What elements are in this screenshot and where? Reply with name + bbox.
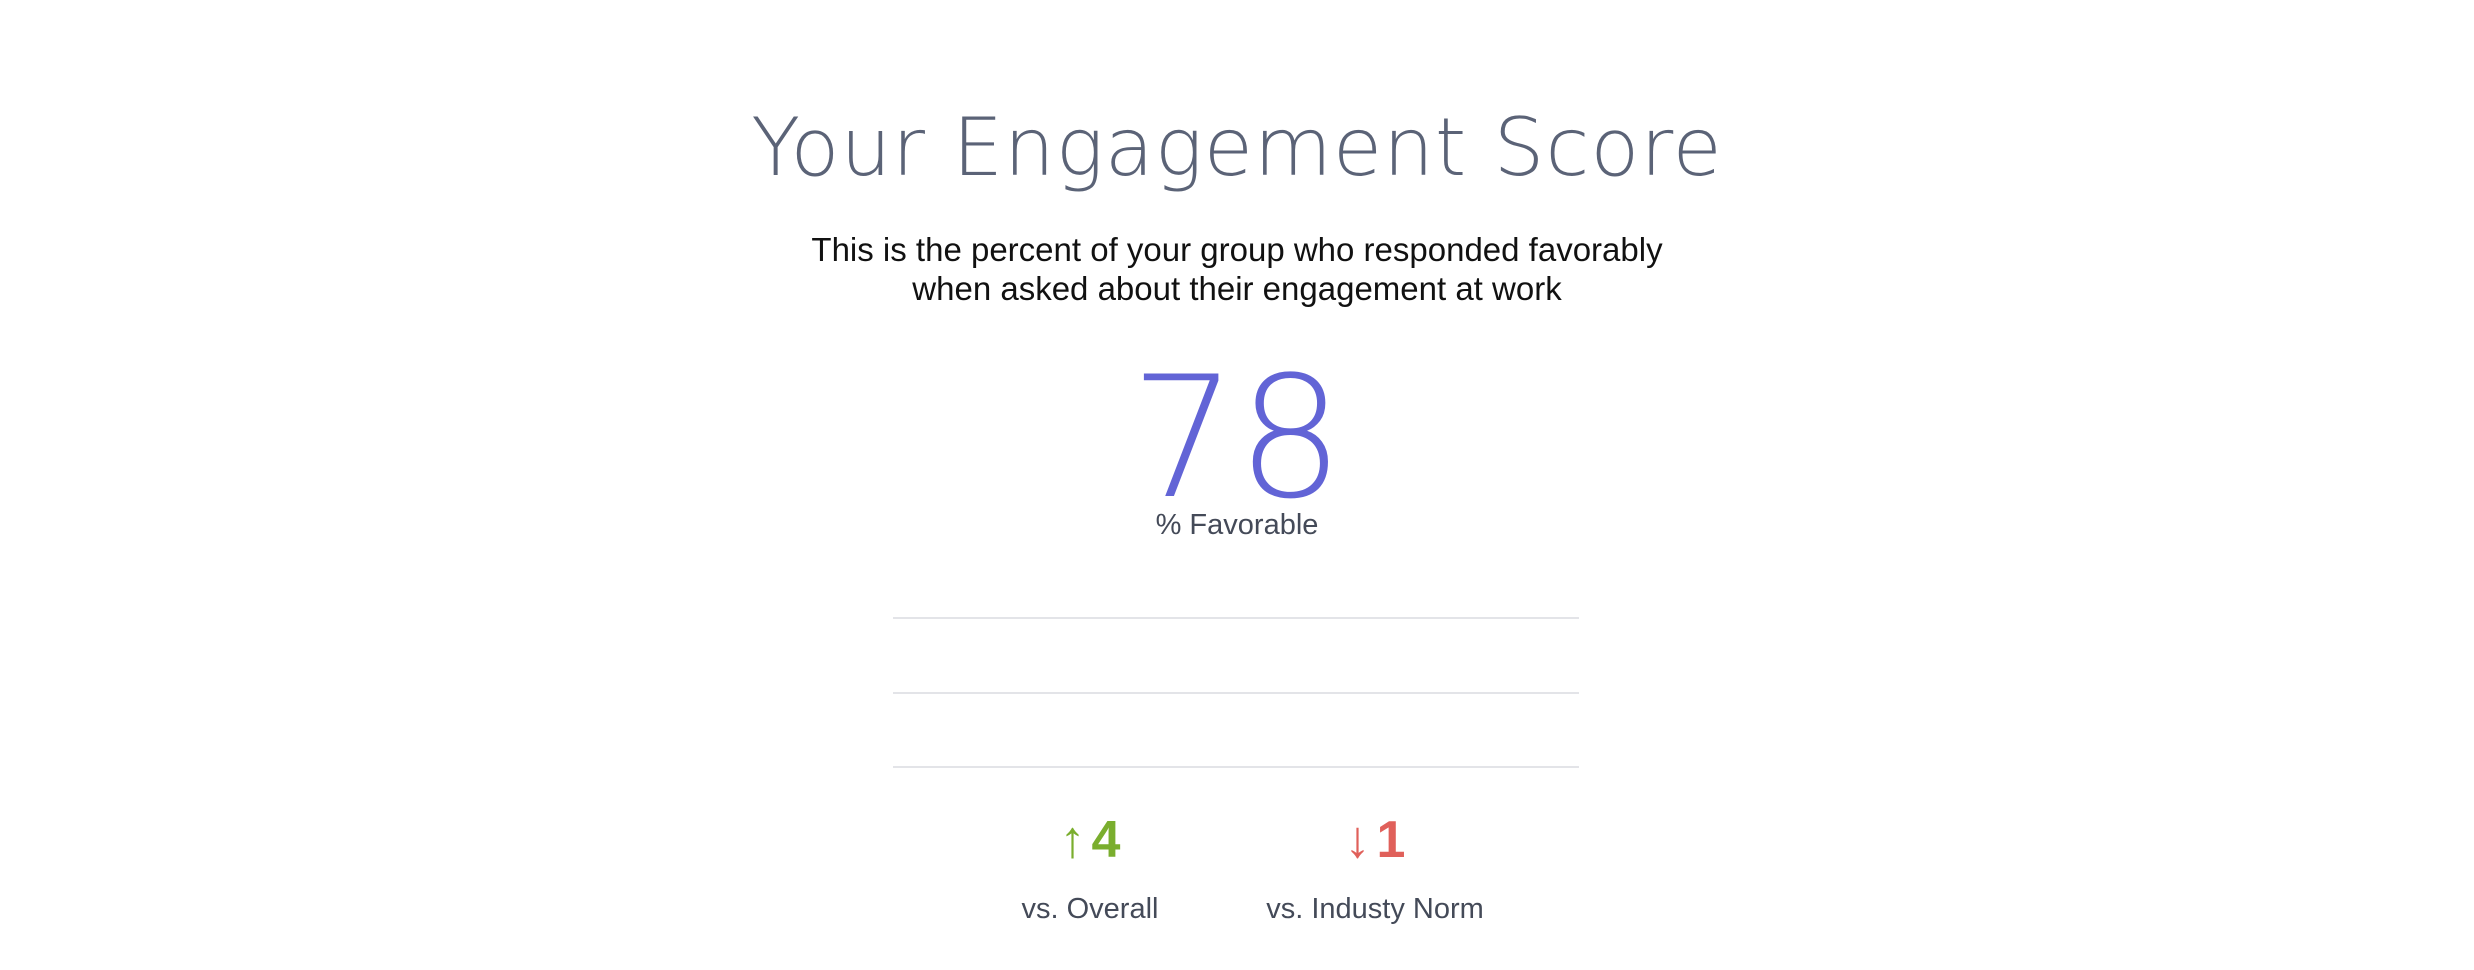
comparison-label-industry-norm: vs. Industy Norm	[1266, 893, 1484, 925]
subtitle-line-1: This is the percent of your group who re…	[811, 231, 1663, 268]
comparison-value-overall: ↑ 4	[1000, 810, 1180, 870]
divider-3	[893, 766, 1579, 768]
comparison-number-industry-norm: 1	[1376, 811, 1406, 869]
page-subtitle: This is the percent of your group who re…	[737, 230, 1737, 308]
engagement-score-label: % Favorable	[1155, 509, 1319, 541]
arrow-down-icon: ↓	[1344, 811, 1371, 869]
engagement-score-page: Your Engagement Score This is the percen…	[0, 0, 2474, 970]
engagement-score-value: 78	[1130, 340, 1344, 536]
comparison-value-industry-norm: ↓ 1	[1255, 810, 1495, 870]
comparison-vs-overall: ↑ 4 vs. Overall	[1000, 810, 1180, 926]
comparison-number-overall: 4	[1091, 811, 1121, 869]
page-title: Your Engagement Score	[751, 101, 1723, 194]
subtitle-line-2: when asked about their engagement at wor…	[912, 270, 1562, 307]
divider-2	[893, 692, 1579, 694]
divider-1	[893, 617, 1579, 619]
comparison-label-overall: vs. Overall	[1021, 893, 1159, 925]
arrow-up-icon: ↑	[1059, 811, 1086, 869]
comparison-vs-industry-norm: ↓ 1 vs. Industy Norm	[1255, 810, 1495, 926]
